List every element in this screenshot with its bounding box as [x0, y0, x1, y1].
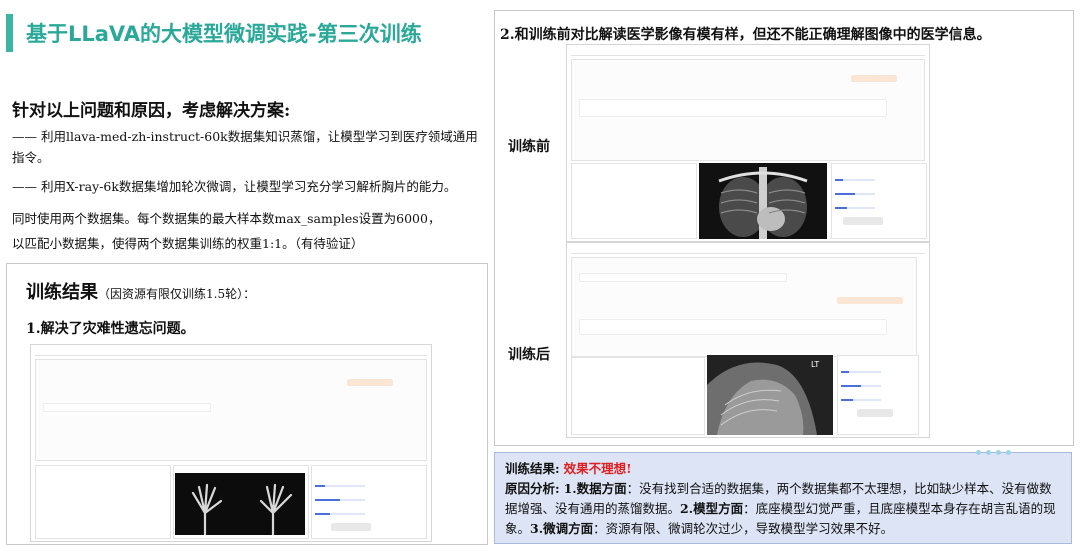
params-panel-after — [837, 355, 919, 435]
submit-button-after[interactable] — [857, 409, 893, 417]
note-line-1: 同时使用两个数据集。每个数据集的最大样本数max_samples设置为6000， — [12, 211, 441, 226]
chat-panel-after — [571, 257, 917, 357]
svg-text:LT: LT — [811, 360, 819, 369]
param-slider-3[interactable] — [315, 513, 365, 515]
cause-3-label: 3.微调方面 — [530, 521, 594, 536]
cause-1-label: 1.数据方面 — [563, 481, 627, 496]
chest-xray-lateral-image: LT — [707, 355, 833, 435]
demo-screenshot-before — [566, 44, 930, 242]
solution-item-2: —— 利用X-ray-6k数据集增加轮次微调，让模型学习充分学习解析胸片的能力。 — [12, 179, 457, 194]
param-slider-after-2[interactable] — [841, 385, 881, 387]
result-title-text: 训练结果 — [26, 282, 98, 303]
input-panel — [35, 465, 171, 539]
submit-button[interactable] — [331, 523, 371, 531]
decorative-dots — [976, 440, 1016, 459]
cause-3-text: ：资源有限、微调轮次过少，导致模型学习效果不好。 — [593, 521, 894, 536]
comparison-heading: 2.和训练前对比解读医学影像有模有样，但还不能正确理解图像中的医学信息。 — [500, 27, 991, 43]
user-message-before — [851, 75, 897, 82]
submit-button-before[interactable] — [843, 217, 883, 225]
param-slider-after-1[interactable] — [841, 371, 881, 373]
label-before-training: 训练前 — [508, 139, 550, 155]
chest-xray-front-image — [699, 163, 827, 239]
summary-verdict: 效果不理想! — [563, 461, 632, 476]
param-slider-2[interactable] — [315, 499, 365, 501]
bot-message — [43, 403, 211, 412]
cause-2-label: 2.模型方面 — [680, 501, 744, 516]
param-slider-before-1[interactable] — [835, 179, 875, 181]
params-panel-before — [831, 163, 927, 239]
summary-label: 训练结果: — [505, 461, 560, 476]
demo-screenshot-after: LT — [566, 242, 930, 438]
cause-label: 原因分析: — [505, 481, 560, 496]
user-message — [347, 379, 393, 386]
user-message-after — [837, 297, 903, 304]
param-slider-1[interactable] — [315, 485, 365, 487]
param-slider-before-3[interactable] — [835, 207, 875, 209]
solutions-heading: 针对以上问题和原因，考虑解决方案: — [12, 101, 291, 121]
input-panel-before — [571, 163, 697, 239]
summary-result-line: 训练结果: 效果不理想! — [505, 459, 1061, 479]
param-slider-after-3[interactable] — [841, 399, 881, 401]
title-accent-bar — [6, 14, 13, 52]
result-title-note: （因资源有限仅训练1.5轮）： — [98, 287, 256, 301]
bot-message-after-1 — [579, 273, 787, 282]
solution-item-1: —— 利用llava-med-zh-instruct-60k数据集知识蒸馏，让模… — [12, 129, 478, 165]
summary-analysis: 原因分析: 1.数据方面：没有找到合适的数据集，两个数据集都不太理想，比如缺少样… — [505, 479, 1061, 539]
input-panel-after — [571, 357, 705, 435]
param-slider-before-2[interactable] — [835, 193, 875, 195]
bot-message-before — [579, 99, 887, 117]
result-item-1: 1.解决了灾难性遗忘问题。 — [26, 321, 195, 337]
bot-message-after-2 — [579, 319, 887, 335]
result-title: 训练结果（因资源有限仅训练1.5轮）： — [26, 278, 255, 304]
demo-screenshot-hands — [30, 344, 432, 542]
hand-xray-image — [175, 473, 305, 535]
summary-box: 训练结果: 效果不理想! 原因分析: 1.数据方面：没有找到合适的数据集，两个数… — [494, 452, 1072, 544]
label-after-training: 训练后 — [508, 347, 550, 363]
note-line-2: 以匹配小数据集，使得两个数据集训练的权重1:1。（有待验证） — [12, 236, 364, 251]
page-title: 基于LLaVA的大模型微调实践-第三次训练 — [26, 22, 422, 46]
